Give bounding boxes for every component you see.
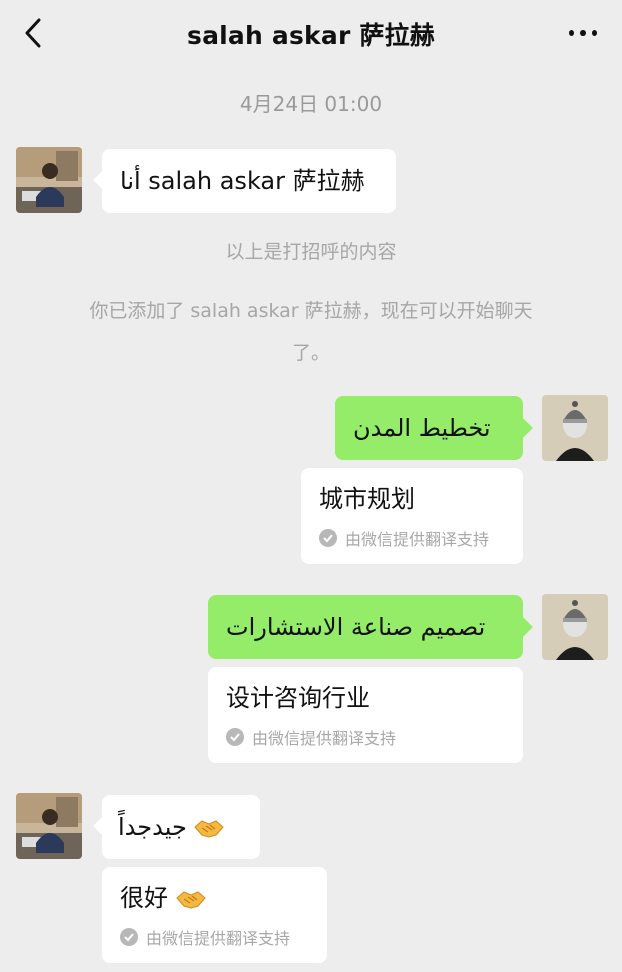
translation-note-text: 由微信提供翻译支持 — [345, 530, 490, 549]
more-dots-icon — [569, 30, 575, 36]
check-circle-icon — [226, 728, 244, 746]
translation-card[interactable]: 很好 由微信提供翻译支持 — [102, 867, 327, 963]
contact-avatar[interactable] — [16, 147, 82, 213]
back-button[interactable] — [18, 16, 48, 50]
translation-note-text: 由微信提供翻译支持 — [252, 729, 397, 748]
sent-message-bubble[interactable]: تصميم صناعة الاستشارات — [208, 595, 523, 659]
contact-avatar[interactable] — [16, 793, 82, 859]
received-message-bubble[interactable]: جيدجداً — [102, 795, 260, 859]
message-timestamp: 4月24日 01:00 — [239, 92, 383, 116]
translation-card[interactable]: 城市规划 由微信提供翻译支持 — [301, 468, 523, 564]
translation-note: 由微信提供翻译支持 — [226, 725, 505, 749]
chat-header: salah askar 萨拉赫 — [0, 0, 622, 68]
more-options-button[interactable] — [566, 20, 600, 46]
chat-title: salah askar 萨拉赫 — [187, 21, 435, 50]
system-message-greeting: 以上是打招呼的内容 — [225, 241, 397, 263]
sent-message-text: تخطيط المدن — [353, 414, 491, 442]
system-message-line-1: 你已添加了 salah askar 萨拉赫，现在可以开始聊天 — [89, 300, 533, 322]
contact-avatar-photo — [16, 147, 82, 213]
handshake-emoji — [175, 891, 206, 909]
translation-note: 由微信提供翻译支持 — [120, 925, 309, 949]
translation-text: 很好 — [120, 884, 168, 912]
check-circle-icon — [120, 928, 138, 946]
my-avatar[interactable] — [542, 395, 608, 461]
my-avatar[interactable] — [542, 594, 608, 660]
check-circle-icon — [319, 529, 337, 547]
translation-card[interactable]: 设计咨询行业 由微信提供翻译支持 — [208, 667, 523, 763]
translation-text-row: 很好 — [120, 881, 309, 915]
greeting-bubble[interactable]: أنا salah askar 萨拉赫 — [102, 149, 396, 213]
translation-note: 由微信提供翻译支持 — [319, 526, 505, 550]
translation-note-text: 由微信提供翻译支持 — [146, 929, 291, 948]
sent-message-text: تصميم صناعة الاستشارات — [226, 613, 486, 641]
system-message-added: 你已添加了 salah askar 萨拉赫，现在可以开始聊天 了。 — [0, 290, 622, 374]
contact-avatar-photo — [16, 793, 82, 859]
translation-text: 城市规划 — [319, 485, 415, 513]
system-message-line-2: 了。 — [291, 342, 330, 364]
received-message-text: جيدجداً — [118, 813, 187, 841]
handshake-emoji — [194, 820, 225, 838]
my-avatar-photo — [542, 395, 608, 461]
translation-text: 设计咨询行业 — [226, 684, 370, 712]
sent-message-bubble[interactable]: تخطيط المدن — [335, 396, 523, 460]
my-avatar-photo — [542, 594, 608, 660]
chevron-left-icon — [25, 18, 41, 48]
greeting-text: أنا salah askar 萨拉赫 — [120, 167, 365, 195]
